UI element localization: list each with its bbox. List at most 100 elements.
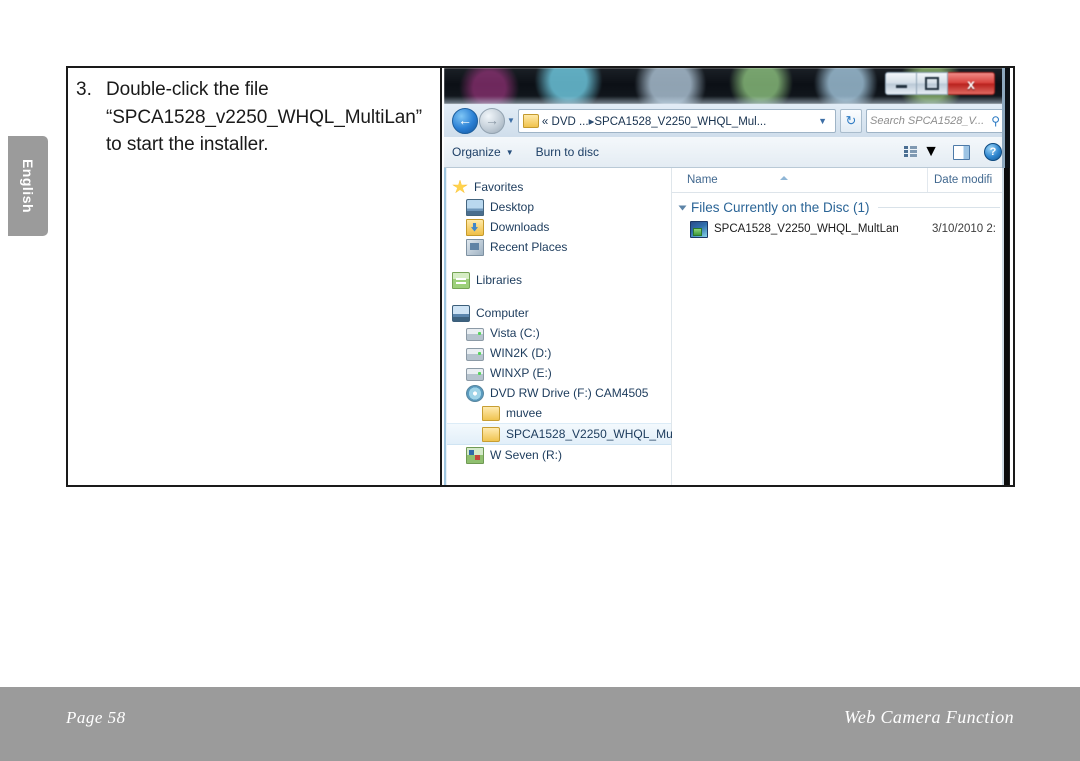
explorer-body: Favorites Desktop Downloads Recent Place… <box>444 168 1010 485</box>
setup-exe-icon <box>690 220 708 238</box>
sidebar-item-favorites[interactable]: Favorites <box>444 177 671 197</box>
chevron-down-icon: ▼ <box>505 147 514 157</box>
file-group-header[interactable]: Files Currently on the Disc (1) <box>672 193 1010 219</box>
burn-to-disc-button[interactable]: Burn to disc <box>536 145 599 159</box>
window-left-edge <box>444 168 447 485</box>
page-number: Page 58 <box>66 708 126 727</box>
organize-menu-button[interactable]: Organize ▼ <box>452 145 514 159</box>
file-date-modified: 3/10/2010 2: <box>932 223 996 235</box>
window-title-bar[interactable]: x <box>444 68 1010 104</box>
column-header-row: Name Date modifi <box>672 168 1010 193</box>
maximize-button[interactable] <box>917 72 948 95</box>
folder-icon <box>482 406 500 421</box>
downloads-icon <box>466 218 484 236</box>
nav-group-gap <box>444 257 671 270</box>
sidebar-item-label: Recent Places <box>490 240 568 254</box>
preview-pane-icon <box>953 144 970 160</box>
view-list-icon <box>904 146 918 158</box>
sidebar-item-winxp-e[interactable]: WINXP (E:) <box>444 363 671 383</box>
search-input[interactable]: Search SPCA1528_V... ⚲ <box>866 108 1004 133</box>
sidebar-item-label: Libraries <box>476 273 523 287</box>
preview-pane-button[interactable] <box>953 144 970 160</box>
breadcrumb-prefix[interactable]: « DVD ... <box>542 116 589 128</box>
page-footer: Page 58 Web Camera Function <box>0 687 1080 761</box>
group-divider <box>877 207 1000 208</box>
burn-to-disc-label: Burn to disc <box>535 145 599 159</box>
sidebar-item-label: W Seven (R:) <box>490 448 563 462</box>
drive-icon <box>466 347 484 361</box>
sidebar-item-computer[interactable]: Computer <box>444 303 671 323</box>
organize-label: Organize <box>452 145 501 159</box>
sidebar-item-label: muvee <box>506 406 543 420</box>
sidebar-item-label: Vista (C:) <box>490 326 540 340</box>
forward-arrow-icon: → <box>485 112 499 128</box>
help-button[interactable]: ? <box>984 143 1002 161</box>
change-view-button[interactable]: ▼ <box>904 143 939 161</box>
manual-page: English 3. Double-click the file “SPCA15… <box>0 0 1080 761</box>
file-name: SPCA1528_V2250_WHQL_MultLan <box>714 223 899 235</box>
instruction-table: 3. Double-click the file “SPCA1528_v2250… <box>66 66 1015 487</box>
minimize-button[interactable] <box>885 72 917 95</box>
minimize-icon <box>895 85 907 88</box>
column-header-name[interactable]: Name <box>672 174 927 186</box>
step-number: 3. <box>76 79 92 100</box>
search-placeholder: Search SPCA1528_V... <box>870 114 985 127</box>
nav-group-gap <box>444 290 671 303</box>
dvd-drive-icon <box>466 384 484 402</box>
star-icon <box>452 179 468 194</box>
back-arrow-icon: ← <box>458 112 472 128</box>
window-controls: x <box>885 72 995 95</box>
sidebar-item-downloads[interactable]: Downloads <box>444 217 671 237</box>
sidebar-item-label: DVD RW Drive (F:) CAM4505 <box>490 386 649 400</box>
file-list-pane: Name Date modifi Files Currently on the … <box>672 168 1010 485</box>
sort-ascending-icon <box>780 176 788 180</box>
sidebar-item-label: SPCA1528_V2250_WHQL_MultI <box>506 427 683 441</box>
language-tab: English <box>8 136 48 236</box>
sidebar-item-desktop[interactable]: Desktop <box>444 197 671 217</box>
recent-places-icon <box>466 238 484 256</box>
refresh-icon: ↻ <box>845 112 857 128</box>
search-icon: ⚲ <box>991 113 1000 128</box>
file-group-label: Files Currently on the Disc (1) <box>691 200 870 215</box>
drive-icon <box>466 327 484 341</box>
column-header-date-modified[interactable]: Date modifi <box>927 168 992 192</box>
language-tab-label: English <box>20 158 36 214</box>
sidebar-item-libraries[interactable]: Libraries <box>444 270 671 290</box>
folder-icon <box>482 427 500 442</box>
help-icon: ? <box>984 143 1002 161</box>
chevron-down-icon[interactable]: ▼ <box>813 116 832 126</box>
libraries-icon <box>452 271 470 289</box>
computer-icon <box>452 304 470 322</box>
close-icon: x <box>967 75 975 92</box>
sidebar-item-w-seven-r[interactable]: W Seven (R:) <box>444 445 671 465</box>
breadcrumb-address-field[interactable]: « DVD ...▸SPCA1528_V2250_WHQL_Mul... ▼ <box>517 108 836 133</box>
forward-button[interactable]: → <box>479 107 505 134</box>
table-row[interactable]: SPCA1528_V2250_WHQL_MultLan 3/10/2010 2: <box>672 219 1010 239</box>
sidebar-item-muvee[interactable]: muvee <box>444 403 671 423</box>
recent-pages-caret-icon[interactable]: ▼ <box>507 116 515 125</box>
instruction-cell: 3. Double-click the file “SPCA1528_v2250… <box>68 68 442 485</box>
sidebar-item-win2k-d[interactable]: WIN2K (D:) <box>444 343 671 363</box>
back-button[interactable]: ← <box>452 107 478 134</box>
sidebar-item-vista-c[interactable]: Vista (C:) <box>444 323 671 343</box>
sidebar-item-recent-places[interactable]: Recent Places <box>444 237 671 257</box>
sidebar-item-label: Computer <box>476 306 529 320</box>
sidebar-item-dvd-rw-drive[interactable]: DVD RW Drive (F:) CAM4505 <box>444 383 671 403</box>
window-right-edge-top <box>1002 68 1010 168</box>
column-header-date-label: Date modifi <box>934 174 993 186</box>
breadcrumb-current[interactable]: SPCA1528_V2250_WHQL_Mul... <box>594 116 766 128</box>
sidebar-item-label: Favorites <box>474 180 524 194</box>
column-header-name-label: Name <box>687 174 718 186</box>
chevron-down-icon: ▼ <box>923 143 939 160</box>
explorer-toolbar: Organize ▼ Burn to disc ▼ ? <box>444 137 1010 168</box>
instruction-step: 3. Double-click the file “SPCA1528_v2250… <box>76 76 430 159</box>
close-button[interactable]: x <box>948 72 995 95</box>
folder-icon <box>522 113 539 128</box>
breadcrumb-text: « DVD ...▸SPCA1528_V2250_WHQL_Mul... <box>542 114 813 128</box>
sidebar-item-spca1528-folder[interactable]: SPCA1528_V2250_WHQL_MultI <box>444 423 682 445</box>
sidebar-item-label: WIN2K (D:) <box>490 346 552 360</box>
address-bar: ← → ▼ « DVD ...▸SPCA1528_V2250_WHQL_Mul.… <box>444 104 1010 137</box>
sidebar-item-label: Downloads <box>490 220 550 234</box>
chevron-down-icon <box>678 205 687 210</box>
refresh-button[interactable]: ↻ <box>840 108 862 133</box>
